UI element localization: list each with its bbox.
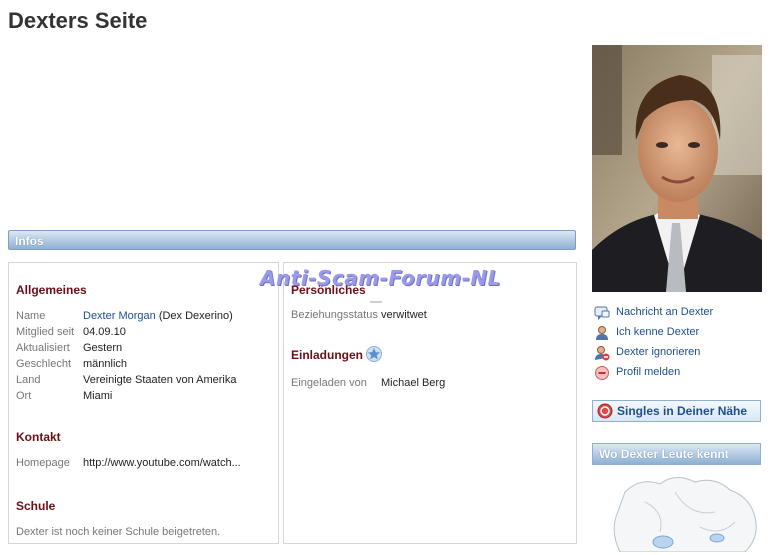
divider (370, 301, 382, 303)
contacts-map-header: Wo Dexter Leute kennt (592, 443, 761, 465)
action-label: Ich kenne Dexter (616, 326, 700, 338)
row-label: Beziehungsstatus (291, 309, 378, 321)
action-label: Profil melden (616, 366, 681, 378)
message-icon (594, 306, 610, 320)
row-value: Dexter Morgan (Dex Dexerino) (83, 310, 233, 322)
relationship-link[interactable]: verwitwet (381, 309, 427, 321)
row-label: Name (16, 310, 46, 322)
row-label: Ort (16, 390, 32, 402)
info-panel-right: Persönliches Beziehungsstatus verwitwet … (283, 262, 577, 544)
profile-photo[interactable] (592, 45, 762, 292)
einladungen-heading: Einladungen (291, 348, 363, 362)
gender-link[interactable]: männlich (83, 358, 127, 370)
infos-section-bar: Infos (8, 230, 576, 250)
homepage-link[interactable]: http://www.youtube.com/watch... (83, 457, 241, 469)
action-label: Nachricht an Dexter (616, 306, 714, 318)
inviter-link[interactable]: Michael Berg (381, 377, 445, 389)
info-panel-left: Allgemeines Name Dexter Morgan (Dex Dexe… (8, 262, 279, 544)
page-title: Dexters Seite (8, 8, 148, 33)
user-icon (596, 326, 608, 340)
row-label: Land (16, 374, 41, 386)
profile-name-link[interactable]: Dexter Morgan (83, 310, 156, 322)
row-label: Eingeladen von (291, 377, 367, 389)
user-block-icon (595, 346, 610, 361)
watermark-text: Anti-Scam-Forum-NL (260, 266, 501, 290)
row-label: Aktualisiert (16, 342, 70, 354)
singles-label: Singles in Deiner Nähe (617, 404, 748, 418)
schule-heading: Schule (16, 499, 56, 513)
contacts-map[interactable] (605, 472, 765, 552)
row-label: Mitglied seit (16, 326, 75, 338)
report-icon (595, 366, 609, 380)
row-value: Gestern (83, 342, 123, 354)
kontakt-heading: Kontakt (16, 430, 61, 444)
singles-icon (597, 403, 613, 419)
row-value: 04.09.10 (83, 326, 126, 338)
nickname-text: (Dex Dexerino) (158, 310, 233, 322)
singles-nearby-button[interactable]: Singles in Deiner Nähe (592, 400, 761, 422)
row-value: Vereinigte Staaten von Amerika (83, 374, 237, 386)
allgemeines-heading: Allgemeines (16, 283, 87, 297)
action-label: Dexter ignorieren (616, 346, 701, 358)
row-label: Homepage (16, 457, 70, 469)
city-link[interactable]: Miami (83, 390, 112, 402)
star-icon (366, 346, 382, 362)
row-label: Geschlecht (16, 358, 72, 370)
schule-text: Dexter ist noch keiner Schule beigetrete… (16, 526, 221, 538)
